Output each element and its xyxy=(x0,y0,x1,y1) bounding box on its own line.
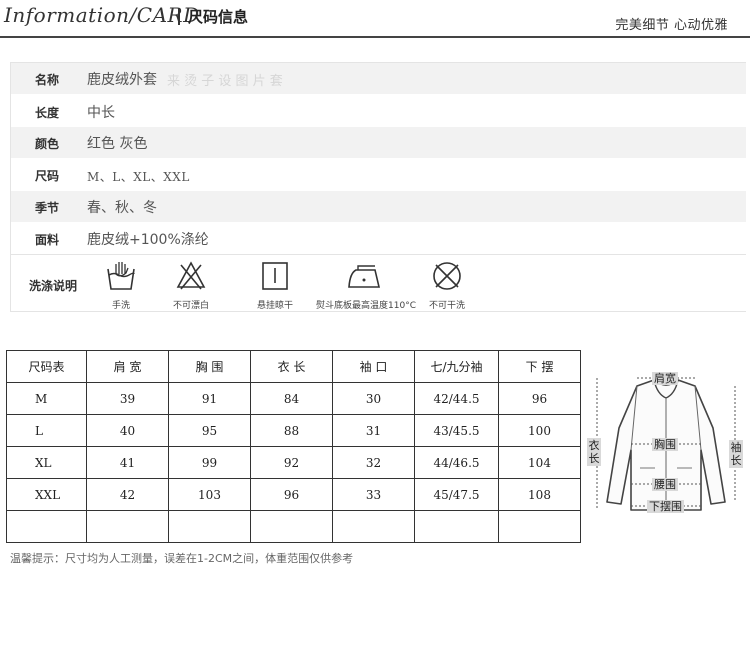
info-row-length: 长度 中长 xyxy=(11,96,746,127)
table-row: XXL 42 103 96 33 45/47.5 108 xyxy=(6,478,581,511)
info-label: 尺码 xyxy=(35,169,60,183)
care-caption: 熨斗底板最高温度110°C xyxy=(316,301,416,311)
jacket-measurement-diagram: 肩宽 衣长 袖长 胸围 腰围 下摆围 xyxy=(585,368,748,516)
table-cell xyxy=(86,510,169,543)
diagram-label-sleeve: 袖长 xyxy=(729,440,743,468)
header-divider xyxy=(178,8,180,25)
hang-dry-icon xyxy=(262,262,288,290)
no-bleach-icon xyxy=(176,261,206,290)
table-cell: 103 xyxy=(168,478,251,511)
care-caption: 不可干洗 xyxy=(428,301,465,311)
divider xyxy=(11,254,746,255)
care-item-hang-dry: 悬挂晾干 xyxy=(235,259,315,311)
table-cell: 45/47.5 xyxy=(414,478,499,511)
table-cell xyxy=(168,510,251,543)
header-subtitle: 尺码信息 xyxy=(188,8,249,26)
table-cell xyxy=(498,510,581,543)
info-value: 红色 灰色 xyxy=(87,136,148,152)
column-header: 七/九分袖 xyxy=(414,350,499,383)
care-caption: 悬挂晾干 xyxy=(256,301,293,311)
column-header: 下 摆 xyxy=(498,350,581,383)
column-header: 胸 围 xyxy=(168,350,251,383)
column-header: 肩 宽 xyxy=(86,350,169,383)
table-cell xyxy=(332,510,415,543)
diagram-label-waist: 腰围 xyxy=(652,478,678,491)
column-header: 袖 口 xyxy=(332,350,415,383)
info-value: M、L、XL、XXL xyxy=(87,170,190,184)
diagram-label-hem: 下摆围 xyxy=(647,500,684,513)
table-cell: 99 xyxy=(168,446,251,479)
info-label: 长度 xyxy=(35,106,60,120)
measurement-note: 温馨提示：尺寸均为人工测量，误差在1-2CM之间，体重范围仅供参考 xyxy=(10,552,354,565)
table-cell: 40 xyxy=(86,414,169,447)
column-header: 衣 长 xyxy=(250,350,333,383)
table-cell xyxy=(250,510,333,543)
table-cell: XL xyxy=(6,446,87,479)
table-cell: 39 xyxy=(86,382,169,415)
table-cell: 33 xyxy=(332,478,415,511)
table-cell: 42 xyxy=(86,478,169,511)
info-label: 名称 xyxy=(35,73,60,87)
table-cell: 108 xyxy=(498,478,581,511)
table-cell: 96 xyxy=(250,478,333,511)
table-row: L 40 95 88 31 43/45.5 100 xyxy=(6,414,581,447)
care-caption: 手洗 xyxy=(111,301,130,311)
product-info-panel: 名称 鹿皮绒外套 来 烫 子 设 图 片 套 长度 中长 颜色 红色 灰色 尺码… xyxy=(10,62,746,312)
table-row: XL 41 99 92 32 44/46.5 104 xyxy=(6,446,581,479)
table-cell: 30 xyxy=(332,382,415,415)
table-cell: 31 xyxy=(332,414,415,447)
info-label: 季节 xyxy=(35,201,60,215)
care-item-no-bleach: 不可漂白 xyxy=(151,259,231,311)
diagram-label-chest: 胸围 xyxy=(652,438,678,451)
info-row-fabric: 面料 鹿皮绒+100%涤纶 xyxy=(11,223,746,254)
table-cell: 84 xyxy=(250,382,333,415)
table-cell: 95 xyxy=(168,414,251,447)
size-table-header: 尺码表 肩 宽 胸 围 衣 长 袖 口 七/九分袖 下 摆 xyxy=(6,350,581,383)
table-cell: M xyxy=(6,382,87,415)
table-cell: 100 xyxy=(498,414,581,447)
info-row-size: 尺码 M、L、XL、XXL xyxy=(11,159,746,190)
table-cell: XXL xyxy=(6,478,87,511)
no-dry-clean-icon xyxy=(433,262,461,290)
info-row-name: 名称 鹿皮绒外套 来 烫 子 设 图 片 套 xyxy=(11,63,746,94)
diagram-label-shoulder: 肩宽 xyxy=(652,372,678,385)
table-cell: 104 xyxy=(498,446,581,479)
care-item-iron: 熨斗底板最高温度110°C xyxy=(311,259,421,311)
table-cell: 42/44.5 xyxy=(414,382,499,415)
table-cell: 91 xyxy=(168,382,251,415)
table-row-empty xyxy=(6,510,581,543)
table-row: M 39 91 84 30 42/44.5 96 xyxy=(6,382,581,415)
table-cell: 44/46.5 xyxy=(414,446,499,479)
info-row-color: 颜色 红色 灰色 xyxy=(11,127,746,158)
header-slogan: 完美细节 心动优雅 xyxy=(615,18,728,33)
info-label: 面料 xyxy=(35,233,60,247)
table-cell: 88 xyxy=(250,414,333,447)
info-value: 中长 xyxy=(87,105,115,121)
info-value: 鹿皮绒外套 xyxy=(87,72,157,88)
table-cell: 96 xyxy=(498,382,581,415)
info-value: 鹿皮绒+100%涤纶 xyxy=(87,232,209,248)
care-item-hand-wash: 手洗 xyxy=(81,259,161,311)
table-cell: 32 xyxy=(332,446,415,479)
page-header: Information/CARD 尺码信息 完美细节 心动优雅 xyxy=(0,0,750,38)
care-item-no-dry-clean: 不可干洗 xyxy=(407,259,487,311)
iron-icon xyxy=(348,265,381,288)
diagram-label-length: 衣长 xyxy=(587,438,601,466)
size-table: 尺码表 肩 宽 胸 围 衣 长 袖 口 七/九分袖 下 摆 M 39 91 84… xyxy=(6,350,581,543)
table-cell: 43/45.5 xyxy=(414,414,499,447)
info-row-season: 季节 春、秋、冬 xyxy=(11,191,746,222)
care-label: 洗涤说明 xyxy=(29,279,78,293)
table-cell xyxy=(414,510,499,543)
header-title: Information/CARD xyxy=(4,3,200,27)
info-value: 春、秋、冬 xyxy=(87,200,157,216)
table-cell: L xyxy=(6,414,87,447)
table-cell: 92 xyxy=(250,446,333,479)
watermark-text: 来 烫 子 设 图 片 套 xyxy=(167,74,283,89)
hand-wash-icon xyxy=(107,262,135,290)
table-cell xyxy=(6,510,87,543)
info-label: 颜色 xyxy=(35,137,60,151)
column-header: 尺码表 xyxy=(6,350,87,383)
table-cell: 41 xyxy=(86,446,169,479)
care-caption: 不可漂白 xyxy=(172,301,209,311)
